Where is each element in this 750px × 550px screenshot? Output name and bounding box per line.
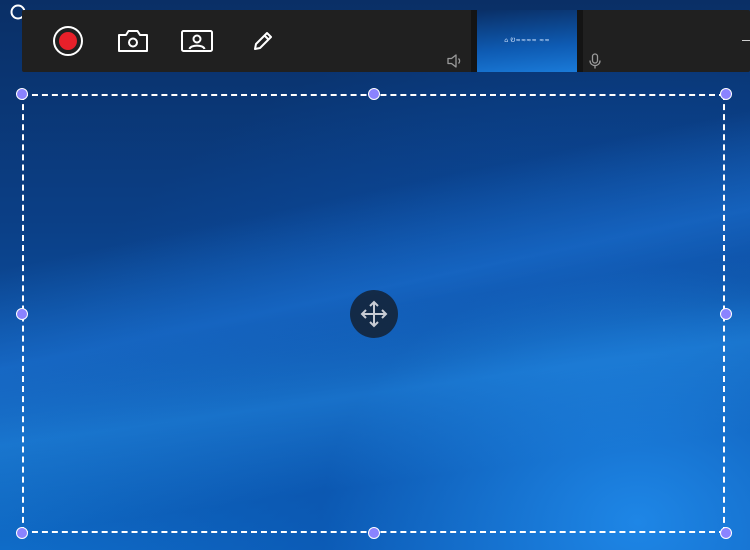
resize-handle-bottom-right[interactable] bbox=[720, 527, 732, 539]
screenshot-button[interactable] bbox=[116, 24, 150, 58]
preview-caption: ⌂ Ꭷ≈≈≈≈ ≈≈ bbox=[504, 37, 550, 44]
annotate-button[interactable] bbox=[246, 24, 280, 58]
record-button[interactable] bbox=[51, 24, 85, 58]
capture-toolbar: ⌂ Ꭷ≈≈≈≈ ≈≈ bbox=[22, 10, 750, 72]
move-icon bbox=[360, 300, 388, 328]
toolbar-divider bbox=[577, 10, 583, 72]
speaker-icon[interactable] bbox=[446, 52, 464, 70]
resize-handle-top[interactable] bbox=[368, 88, 380, 100]
webcam-button[interactable] bbox=[180, 24, 214, 58]
record-icon bbox=[53, 26, 83, 56]
resize-handle-bottom[interactable] bbox=[368, 527, 380, 539]
resize-handle-top-right[interactable] bbox=[720, 88, 732, 100]
resize-handle-left[interactable] bbox=[16, 308, 28, 320]
webcam-preview[interactable]: ⌂ Ꭷ≈≈≈≈ ≈≈ bbox=[477, 10, 577, 72]
resize-handle-right[interactable] bbox=[720, 308, 732, 320]
resize-handle-bottom-left[interactable] bbox=[16, 527, 28, 539]
minimize-dash[interactable] bbox=[742, 40, 750, 41]
microphone-icon[interactable] bbox=[586, 52, 604, 70]
move-region-button[interactable] bbox=[350, 290, 398, 338]
pencil-icon bbox=[254, 32, 272, 50]
resize-handle-top-left[interactable] bbox=[16, 88, 28, 100]
camera-icon bbox=[118, 30, 148, 52]
webcam-icon bbox=[181, 30, 213, 52]
